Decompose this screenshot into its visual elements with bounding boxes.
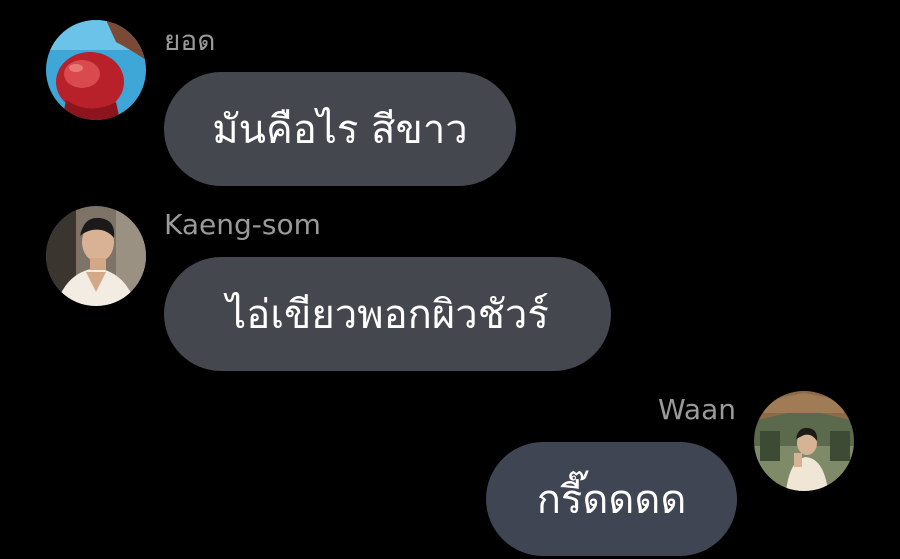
- sender-name: Waan: [658, 393, 736, 426]
- sender-name: Kaeng-som: [164, 208, 321, 241]
- person-portrait-icon: [46, 206, 146, 306]
- boxing-glove-icon: [46, 20, 146, 120]
- avatar[interactable]: [46, 20, 146, 120]
- message-bubble[interactable]: มันคือไร สีขาว: [164, 72, 516, 186]
- avatar[interactable]: [46, 206, 146, 306]
- person-outdoor-icon: [754, 391, 854, 491]
- chat-thread: ยอด มันคือไร สีขาว Kaeng-som ไอ่เขียวพอก…: [0, 0, 900, 559]
- avatar[interactable]: [754, 391, 854, 491]
- sender-name: ยอด: [164, 24, 216, 57]
- message-bubble-own[interactable]: กรี๊ดดดด: [486, 442, 737, 556]
- message-bubble[interactable]: ไอ่เขียวพอกผิวชัวร์: [164, 257, 611, 371]
